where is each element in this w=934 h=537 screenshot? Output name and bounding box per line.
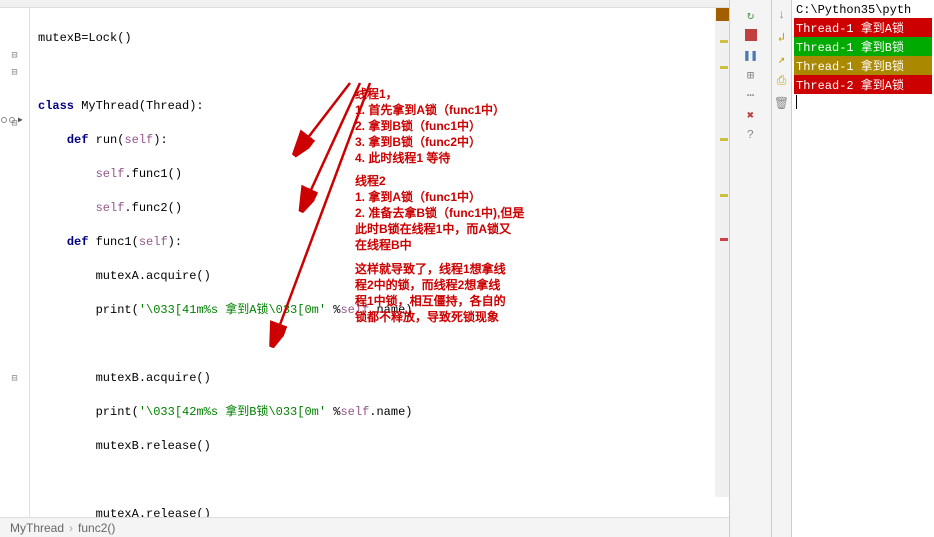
fold-icon[interactable]: ⊟ [11,67,17,79]
more-icon[interactable]: ⋯ [742,86,760,104]
scrollbar-vertical[interactable] [715,8,729,497]
stop-icon[interactable] [742,26,760,44]
output-header: C:\Python35\pyth [794,2,932,18]
code-line: mutexB=Lock() [38,30,729,47]
output-line: Thread-1 拿到B锁 [794,37,932,56]
code-content[interactable]: mutexB=Lock() class MyThread(Thread): de… [30,8,729,517]
breadcrumb[interactable]: MyThread › func2() [0,517,729,537]
breadcrumb-method[interactable]: func2() [78,521,115,535]
run-toolbar: ↻ ❚❚ ⊞ ⋯ ✖ ? [730,0,772,537]
editor-pane: ▶ ⊟ ⊟ ⊟ ⊟ [0,0,730,537]
gutter: ⊟ ⊟ ⊟ ⊟ [0,8,30,517]
close-icon[interactable]: ✖ [742,106,760,124]
code-area[interactable]: ⊟ ⊟ ⊟ ⊟ mutexB=Lo [0,8,729,517]
fold-icon[interactable]: ⊟ [11,373,17,385]
export-icon[interactable]: ↗ [773,50,791,68]
rerun-icon[interactable]: ↻ [742,6,760,24]
output-toolbar: ↓ ↲ ↗ ⎙ 🗑 [772,0,792,537]
tabs-bar [0,0,729,8]
help-icon[interactable]: ? [742,126,760,144]
pause-icon[interactable]: ❚❚ [742,46,760,64]
cursor [796,95,797,109]
bookmark-indicator[interactable]: ▶ [0,115,23,125]
trash-icon[interactable]: 🗑 [773,94,791,112]
down-icon[interactable]: ↓ [773,6,791,24]
print-icon[interactable]: ⎙ [773,72,791,90]
breadcrumb-class[interactable]: MyThread [10,521,64,535]
output-pane[interactable]: C:\Python35\pyth Thread-1 拿到A锁 Thread-1 … [792,0,934,537]
output-line: Thread-1 拿到A锁 [794,18,932,37]
output-line: Thread-2 拿到A锁 [794,75,932,94]
wrap-icon[interactable]: ↲ [773,28,791,46]
dump-icon[interactable]: ⊞ [742,66,760,84]
annotation-arrows [30,8,630,508]
output-line: Thread-1 拿到B锁 [794,56,932,75]
breadcrumb-sep: › [69,521,73,535]
fold-icon[interactable]: ⊟ [11,50,17,62]
